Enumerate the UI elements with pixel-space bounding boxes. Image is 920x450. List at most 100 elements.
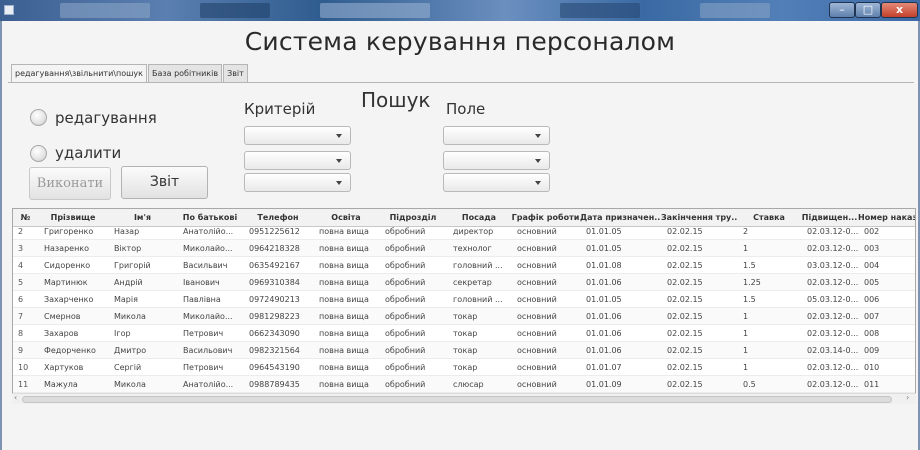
maximize-button[interactable]: □	[855, 2, 881, 18]
table-row[interactable]: 9 Федорченко Дмитро Васильович 0982321564 пов…	[13, 342, 915, 359]
column-header[interactable]: Дата призначен...	[580, 209, 661, 227]
table-cell: 01.01.05	[586, 295, 622, 304]
radio-delete[interactable]	[30, 145, 47, 162]
chevron-down-icon	[535, 159, 541, 163]
table-cell: 003	[864, 244, 880, 253]
scroll-right-icon[interactable]: ›	[906, 393, 909, 402]
horizontal-scrollbar[interactable]: ‹ ›	[12, 393, 916, 404]
table-cell: Ігор	[114, 329, 131, 338]
table-cell: 0635492167	[249, 261, 300, 270]
field-combo-2[interactable]	[443, 151, 550, 170]
table-row[interactable]: 3 Назаренко Віктор Миколайо... 0964218328 пов…	[13, 240, 915, 257]
titlebar-decoration	[700, 3, 770, 18]
scroll-left-icon[interactable]: ‹	[14, 393, 17, 402]
column-header[interactable]: Номер наказу	[858, 209, 915, 227]
table-row[interactable]: 8 Захаров Ігор Петрович 0662343090 повна вища…	[13, 325, 915, 342]
radio-edit[interactable]	[30, 109, 47, 126]
table-cell: Мартинюк	[44, 278, 88, 287]
criteria-combo-2[interactable]	[244, 151, 351, 170]
tab-report[interactable]: Звіт	[223, 64, 248, 82]
table-cell: 03.03.12-0...	[807, 261, 858, 270]
table-cell: основний	[517, 244, 557, 253]
table-row[interactable]: 4 Сидоренко Григорій Васильвич 0635492167 пов…	[13, 257, 915, 274]
table-cell: 02.02.15	[667, 261, 703, 270]
table-cell: 02.03.12-0...	[807, 244, 858, 253]
table-cell: 1	[743, 244, 749, 253]
table-cell: основний	[517, 278, 557, 287]
table-cell: токар	[453, 312, 478, 321]
table-cell: обробний	[385, 295, 426, 304]
table-cell: обробний	[385, 380, 426, 389]
column-header[interactable]: Ім'я	[108, 209, 177, 227]
table-row[interactable]: 7 Смернов Микола Миколайо... 0981298223 повна…	[13, 308, 915, 325]
table-cell: 01.01.08	[586, 261, 622, 270]
column-header[interactable]: Освіта	[313, 209, 379, 227]
table-cell: 0982321564	[249, 346, 300, 355]
column-header[interactable]: Закінчення тру...	[661, 209, 737, 227]
table-cell: обробний	[385, 363, 426, 372]
column-header[interactable]: Телефон	[243, 209, 313, 227]
table-row[interactable]: 6 Захарченко Марія Павлівна 0972490213 повна …	[13, 291, 915, 308]
table-cell: Петрович	[183, 329, 224, 338]
titlebar-decoration	[560, 3, 640, 18]
table-cell: 02.02.15	[667, 329, 703, 338]
column-header[interactable]: Прізвище	[38, 209, 108, 227]
column-header[interactable]: Посада	[447, 209, 511, 227]
app-system-icon[interactable]	[4, 5, 14, 15]
criteria-combo-3[interactable]	[244, 173, 351, 192]
tab-workers-database[interactable]: База робітників	[147, 64, 223, 82]
table-cell: 1.5	[743, 261, 756, 270]
table-cell: 11	[18, 380, 29, 389]
table-cell: 0988789435	[249, 380, 300, 389]
table-cell: токар	[453, 363, 478, 372]
table-cell: 02.02.15	[667, 312, 703, 321]
column-header[interactable]: Графік роботи	[511, 209, 580, 227]
table-row[interactable]: 10 Хартуков Сергій Петрович 0964543190 повна …	[13, 359, 915, 376]
execute-button[interactable]: Виконати	[29, 167, 111, 200]
tab-edit-delete-search[interactable]: редагування\звільнити\пошук	[11, 64, 147, 83]
table-cell: обробний	[385, 278, 426, 287]
table-cell: токар	[453, 346, 478, 355]
table-cell: 05.03.12-0...	[807, 295, 858, 304]
table-cell: Захарченко	[44, 295, 94, 304]
table-cell: 4	[18, 261, 24, 270]
window-titlebar: – □ x	[0, 0, 920, 21]
criteria-label: Критерій	[244, 100, 316, 118]
horizontal-scroll-thumb[interactable]	[22, 396, 892, 403]
report-button[interactable]: Звіт	[121, 166, 208, 199]
table-cell: 0969310384	[249, 278, 300, 287]
table-cell: 6	[18, 295, 24, 304]
column-header[interactable]: Підвищен...	[801, 209, 858, 227]
page-title: Система керування персоналом	[244, 27, 676, 56]
table-cell: повна вища	[319, 363, 369, 372]
column-header[interactable]: Підрозділ	[379, 209, 447, 227]
table-cell: 0.5	[743, 380, 756, 389]
table-cell: основний	[517, 346, 557, 355]
table-cell: 009	[864, 346, 880, 355]
table-cell: 02.02.15	[667, 346, 703, 355]
table-row[interactable]: 5 Мартинюк Андрій Іванович 0969310384 повна в…	[13, 274, 915, 291]
chevron-down-icon	[336, 181, 342, 185]
column-header[interactable]: №	[13, 209, 38, 227]
table-cell: основний	[517, 329, 557, 338]
field-combo-3[interactable]	[443, 173, 550, 192]
table-cell: 006	[864, 295, 880, 304]
table-cell: 02.02.15	[667, 295, 703, 304]
table-cell: 01.01.06	[586, 312, 622, 321]
table-cell: повна вища	[319, 329, 369, 338]
table-cell: 011	[864, 380, 880, 389]
table-cell: обробний	[385, 261, 426, 270]
table-cell: 10	[18, 363, 29, 372]
search-label: Пошук	[361, 88, 431, 112]
close-button[interactable]: x	[881, 2, 918, 18]
minimize-button[interactable]: –	[829, 2, 855, 18]
column-header[interactable]: Ставка	[737, 209, 801, 227]
field-combo-1[interactable]	[443, 126, 550, 145]
table-cell: технолог	[453, 244, 492, 253]
criteria-combo-1[interactable]	[244, 126, 351, 145]
table-row[interactable]: 11 Мажула Микола Анатолійо... 0988789435 повн…	[13, 376, 915, 393]
column-header[interactable]: По батькові	[177, 209, 243, 227]
chevron-down-icon	[535, 134, 541, 138]
table-cell: 01.01.06	[586, 329, 622, 338]
table-cell: повна вища	[319, 346, 369, 355]
